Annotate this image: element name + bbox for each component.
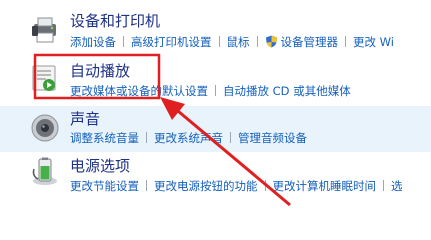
devices-printers-links: 添加设备 高级打印机设置 鼠标 设备管理器 更改 Wi <box>70 35 394 49</box>
category-power-options: 电源选项 更改节能设置 更改电源按钮的功能 更改计算机睡眠时间选 <box>0 152 431 215</box>
change-media-default-settings-link[interactable]: 更改媒体或设备的默认设置 <box>70 84 208 98</box>
separator <box>230 132 231 143</box>
separator <box>123 36 124 47</box>
autoplay-cd-link[interactable]: 自动播放 CD 或其他媒体 <box>223 84 351 98</box>
sound-title[interactable]: 声音 <box>70 110 100 128</box>
printer-icon[interactable] <box>30 15 60 45</box>
power-options-title[interactable]: 电源选项 <box>70 157 130 175</box>
change-windows-link[interactable]: 更改 Wi <box>353 35 394 49</box>
autoplay-title[interactable]: 自动播放 <box>70 62 130 80</box>
sound-links: 调整系统音量 更改系统声音 管理音频设备 <box>70 131 307 145</box>
separator <box>256 36 258 47</box>
category-sound: 声音 调整系统音量 更改系统声音 管理音频设备 <box>0 106 431 152</box>
separator <box>215 85 216 96</box>
change-system-sounds-link[interactable]: 更改系统声音 <box>154 131 223 145</box>
separator <box>146 180 147 191</box>
device-manager-link[interactable]: 设备管理器 <box>281 35 339 49</box>
adjust-volume-link[interactable]: 调整系统音量 <box>70 131 139 145</box>
separator <box>345 36 346 47</box>
battery-icon[interactable] <box>30 157 60 187</box>
uac-shield-icon <box>265 35 277 48</box>
separator <box>218 36 220 47</box>
change-sleep-time-link[interactable]: 更改计算机睡眠时间 <box>273 179 377 193</box>
power-options-links: 更改节能设置 更改电源按钮的功能 更改计算机睡眠时间选 <box>70 179 403 193</box>
advanced-printer-settings-link[interactable]: 高级打印机设置 <box>131 35 212 49</box>
manage-audio-devices-link[interactable]: 管理音频设备 <box>238 131 307 145</box>
category-autoplay: 自动播放 更改媒体或设备的默认设置 自动播放 CD 或其他媒体 <box>0 54 431 106</box>
devices-printers-title[interactable]: 设备和打印机 <box>70 12 160 30</box>
add-device-link[interactable]: 添加设备 <box>70 35 116 49</box>
separator <box>383 180 384 191</box>
autoplay-icon[interactable] <box>30 63 60 93</box>
speaker-icon[interactable] <box>30 113 60 143</box>
change-power-saving-link[interactable]: 更改节能设置 <box>70 179 139 193</box>
separator <box>146 132 147 143</box>
category-devices-printers: 设备和打印机 添加设备 高级打印机设置 鼠标 设备管理器 更改 Wi <box>0 0 431 54</box>
mouse-link[interactable]: 鼠标 <box>227 35 250 49</box>
choose-power-plan-link[interactable]: 选 <box>391 179 403 193</box>
separator <box>264 180 266 191</box>
change-power-button-link[interactable]: 更改电源按钮的功能 <box>154 179 258 193</box>
autoplay-links: 更改媒体或设备的默认设置 自动播放 CD 或其他媒体 <box>70 84 351 98</box>
